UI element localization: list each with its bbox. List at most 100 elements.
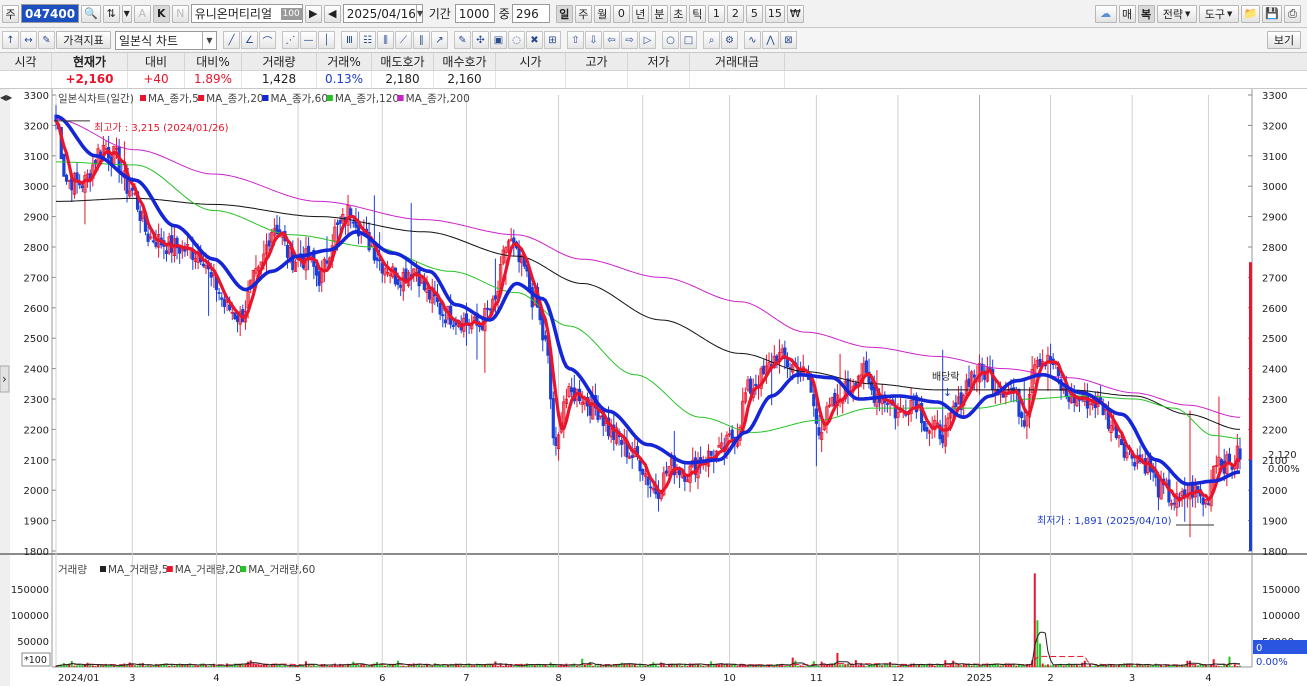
interval-button-11[interactable]: 15 — [764, 4, 785, 23]
pencil-tool-icon[interactable]: ✎ — [454, 31, 471, 49]
flag-n-button[interactable]: N — [171, 4, 189, 23]
cross-tool-icon[interactable]: ✣ — [472, 31, 489, 49]
delete-tool-icon[interactable]: ✖ — [526, 31, 543, 49]
cloud-icon[interactable]: ☁ — [1094, 4, 1117, 23]
volume-bar — [704, 666, 707, 667]
volume-bar — [168, 665, 171, 667]
interval-button-8[interactable]: 1 — [707, 4, 725, 23]
volume-bar — [1089, 664, 1092, 667]
stock-name-field[interactable]: 유니온머티리얼 100 — [190, 4, 303, 23]
move-down-tool-icon[interactable]: ⇩ — [585, 31, 602, 49]
volume-legend-swatch — [100, 566, 106, 572]
ray-tool-icon[interactable]: ↗ — [431, 31, 448, 49]
move-right-tool-icon[interactable]: ⇨ — [621, 31, 638, 49]
interval-button-2[interactable]: 월 — [593, 4, 611, 23]
market-type-button[interactable]: 주 — [2, 4, 19, 23]
folder-icon[interactable]: 📁 — [1240, 4, 1261, 23]
volume-bar — [112, 665, 115, 667]
print-icon[interactable]: ⎙ — [1284, 4, 1301, 23]
candle-body — [267, 240, 271, 247]
fill-tool-icon[interactable]: ▣ — [490, 31, 507, 49]
dropdown-arrow-icon[interactable]: ▼ — [121, 4, 132, 23]
scroll-arrows-icon[interactable]: ◀▶ — [0, 93, 13, 102]
quote-value-10 — [628, 71, 690, 88]
sort-icon[interactable]: ⇅ — [102, 4, 120, 23]
search-icon[interactable]: 🔍 — [81, 4, 101, 23]
arc-tool-icon[interactable]: ⌒ — [259, 31, 276, 49]
candle-body — [649, 486, 653, 489]
flag-a-button[interactable]: A — [133, 4, 151, 23]
volume-bar — [331, 665, 334, 667]
fibonacci-tool-icon[interactable]: Ⅲ — [341, 31, 358, 49]
move-left-tool-icon[interactable]: ⇦ — [603, 31, 620, 49]
erase-tool-icon[interactable]: ◌ — [508, 31, 525, 49]
square-tool-icon[interactable]: □ — [680, 31, 697, 49]
trend-tool-icon[interactable]: ⟋ — [395, 31, 412, 49]
period-input[interactable]: 1000 — [454, 4, 495, 23]
candle-body — [80, 185, 84, 189]
prev-arrow-icon[interactable]: ◀ — [323, 4, 341, 23]
view-button[interactable]: 보기 — [1267, 31, 1301, 49]
up-arrow-icon[interactable]: ↑ — [2, 31, 19, 49]
edit-icon[interactable]: ✎ — [38, 31, 55, 49]
chart-type-dropdown-icon[interactable]: ▼ — [202, 31, 216, 49]
price-tick-left: 2700 — [24, 273, 49, 284]
right-button-1[interactable]: 매 — [1118, 4, 1136, 23]
quote-col-2: 대비 +40 — [128, 53, 185, 89]
grid-tool-icon[interactable]: ☷ — [359, 31, 376, 49]
volume-bar — [610, 665, 613, 667]
interval-button-6[interactable]: 초 — [669, 4, 687, 23]
tools-button[interactable]: 도구 ▼ — [1198, 4, 1239, 23]
line-tool-icon[interactable]: ╱ — [223, 31, 240, 49]
angle-line-tool-icon[interactable]: ∠ — [241, 31, 258, 49]
wave-tool-icon[interactable]: ∿ — [744, 31, 761, 49]
quote-col-7: 매수호가 2,160 — [434, 53, 496, 89]
interval-button-12[interactable]: ₩ — [786, 4, 804, 23]
play-tool-icon[interactable]: ▷ — [639, 31, 656, 49]
stock-code-input[interactable]: 047400 — [21, 4, 79, 23]
expand-icon[interactable]: ↔ — [20, 31, 37, 49]
volume-tick-right: 150000 — [1262, 585, 1300, 596]
next-arrow-icon[interactable]: ▶ — [304, 4, 322, 23]
fan-tool-icon[interactable]: ⋰ — [282, 31, 299, 49]
circle-tool-icon[interactable]: ○ — [662, 31, 679, 49]
quote-head-1: 현재가 — [52, 53, 128, 71]
settings-tool-icon[interactable]: ⚙ — [721, 31, 738, 49]
multi-select-tool-icon[interactable]: ⊞ — [544, 31, 561, 49]
chart-type-select[interactable]: 일본식 차트 ▼ — [115, 30, 217, 50]
candle-body — [396, 279, 400, 285]
volume-bar — [1233, 664, 1236, 667]
indicator-button[interactable]: 가격지표 — [56, 31, 111, 49]
volume-bar — [636, 665, 639, 667]
vertical-line-tool-icon[interactable]: │ — [318, 31, 335, 49]
zigzag-tool-icon[interactable]: ⋀ — [762, 31, 779, 49]
right-button-2[interactable]: 복 — [1137, 4, 1155, 23]
magnify-tool-icon[interactable]: ⌕ — [703, 31, 720, 49]
interval-button-0[interactable]: 일 — [555, 4, 573, 23]
save-icon[interactable]: 💾 — [1262, 4, 1282, 23]
strategy-button[interactable]: 전략 ▼ — [1156, 4, 1197, 23]
candle-body — [217, 292, 221, 294]
interval-button-3[interactable]: 0 — [612, 4, 630, 23]
volume-bar — [1141, 665, 1144, 667]
date-text: 2025/04/16 — [346, 6, 416, 21]
count-input[interactable]: 296 — [511, 4, 550, 23]
calendar-dropdown-icon[interactable]: ▼ — [415, 5, 423, 22]
parallel-tool-icon[interactable]: ∥ — [413, 31, 430, 49]
price-tick-right: 2700 — [1262, 273, 1287, 284]
volume-bar — [507, 665, 510, 667]
interval-button-10[interactable]: 5 — [745, 4, 763, 23]
horizontal-line-tool-icon[interactable]: — — [300, 31, 317, 49]
move-up-tool-icon[interactable]: ⇧ — [567, 31, 584, 49]
export-tool-icon[interactable]: ⊠ — [780, 31, 797, 49]
date-field[interactable]: 2025/04/16 ▼ — [342, 4, 423, 23]
channel-tool-icon[interactable]: ⫼ — [377, 31, 394, 49]
interval-button-5[interactable]: 분 — [650, 4, 668, 23]
interval-button-9[interactable]: 2 — [726, 4, 744, 23]
interval-button-4[interactable]: 년 — [631, 4, 649, 23]
flag-k-button[interactable]: K — [152, 4, 170, 23]
candle-body — [817, 427, 821, 436]
interval-button-7[interactable]: 틱 — [688, 4, 706, 23]
interval-button-1[interactable]: 주 — [574, 4, 592, 23]
stock-chart[interactable]: ◀▶›1800 18001900 19002000 20002100 21002200 2… — [0, 89, 1307, 686]
